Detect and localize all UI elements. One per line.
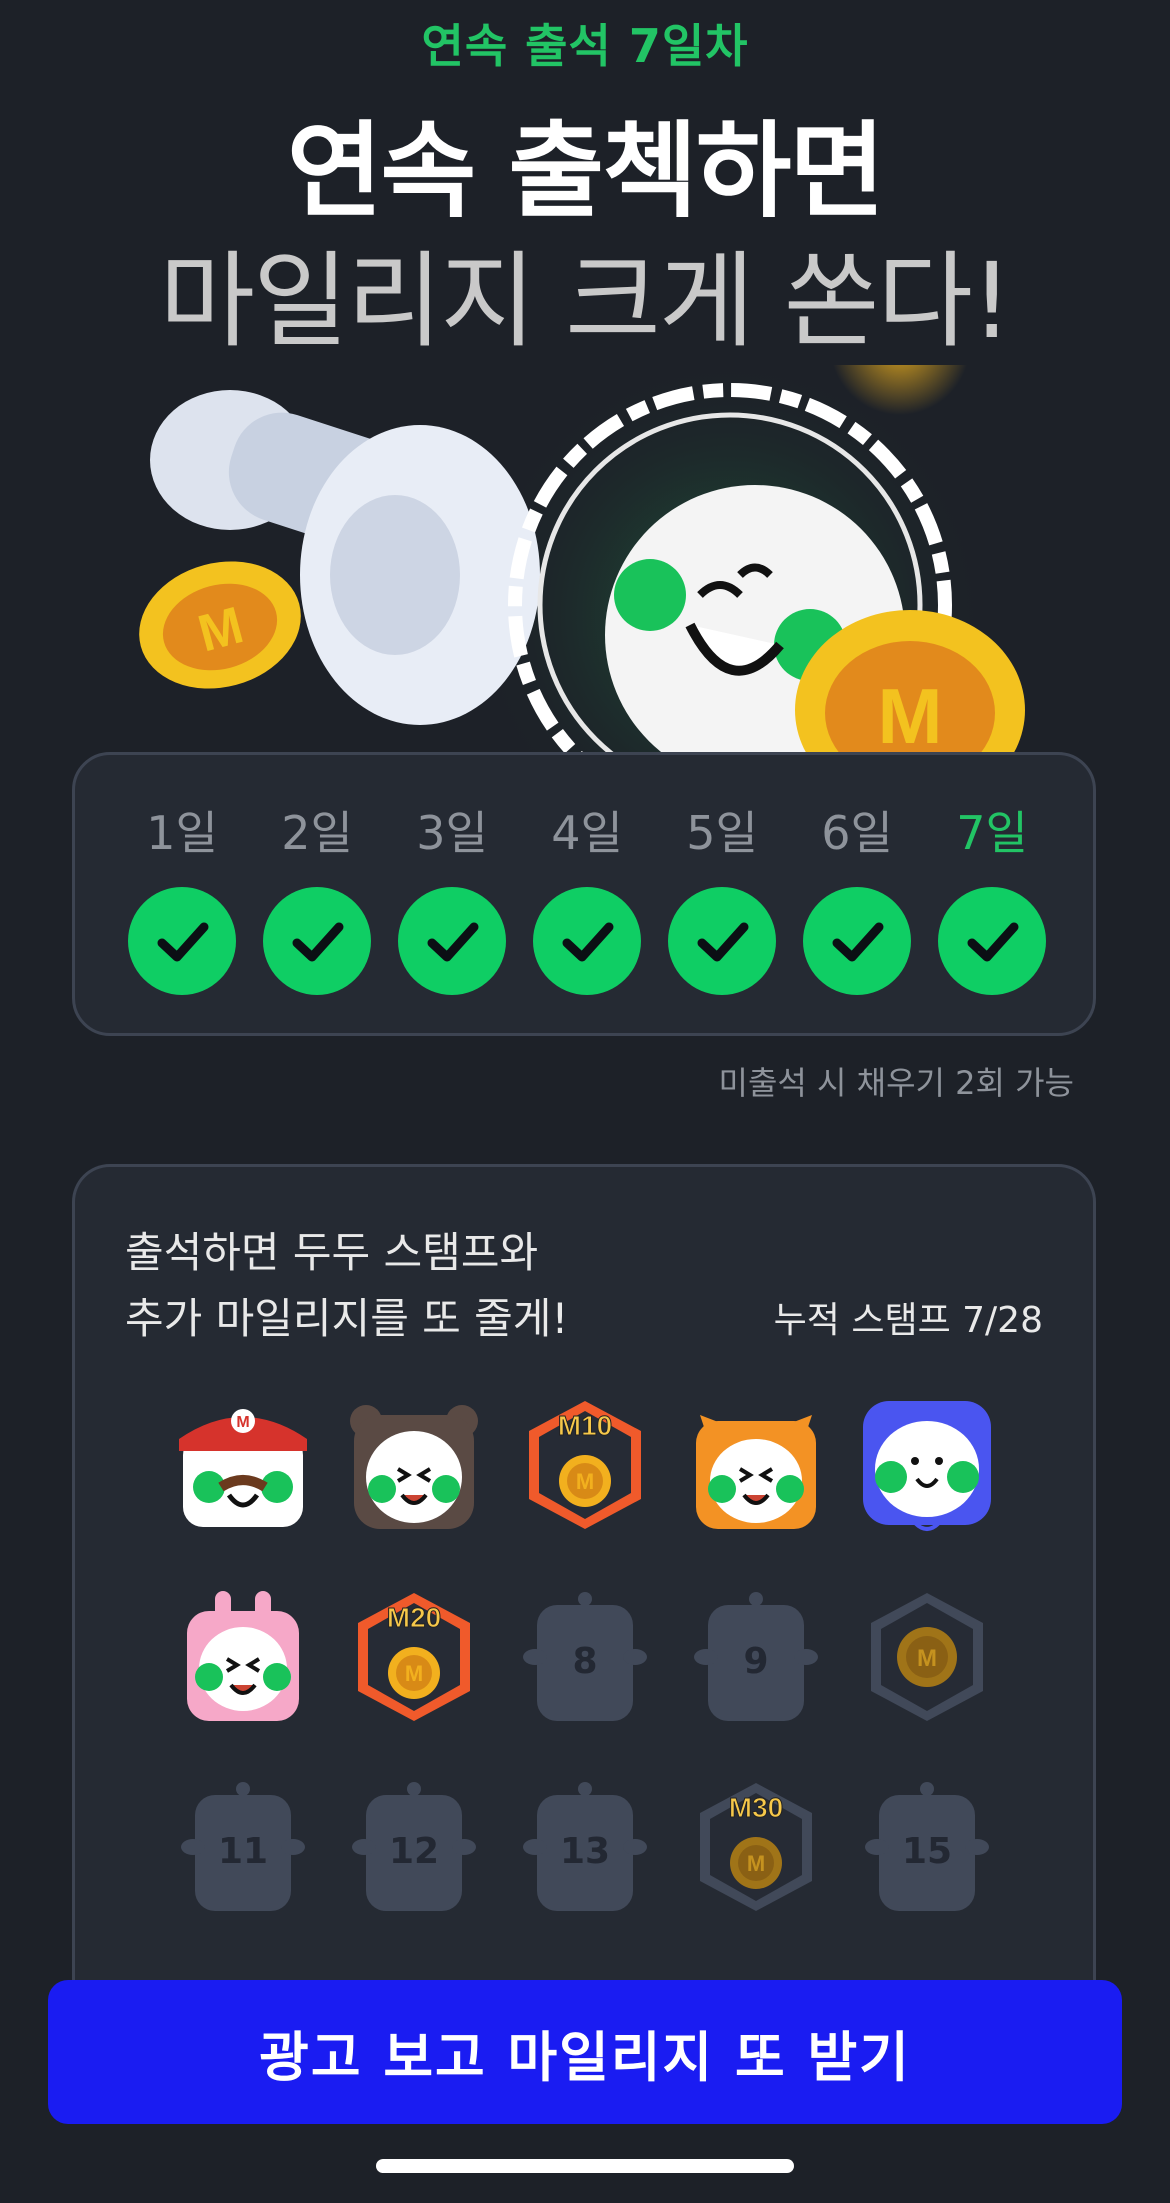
locked-reward-stamp-m30: M M30	[686, 1777, 826, 1917]
check-icon	[263, 887, 371, 995]
day-1: 1일	[127, 803, 237, 995]
reward-stamp-m20: M M20	[344, 1587, 484, 1727]
headline-line-1: 연속 출첵하면	[286, 110, 885, 232]
dudu-tiger-stamp-icon	[686, 1395, 826, 1535]
reward-stamp-m10: M M10	[515, 1395, 655, 1535]
locked-stamp: 9	[686, 1587, 826, 1727]
reward-label: M10	[558, 1410, 612, 1441]
locked-stamp-number: 11	[217, 1831, 269, 1872]
locked-stamp-number: 12	[388, 1831, 440, 1872]
watch-ad-mileage-button[interactable]: 광고 보고 마일리지 또 받기	[48, 1980, 1122, 2124]
svg-text:M: M	[878, 672, 943, 760]
day-label: 2일	[281, 806, 353, 860]
day-label: 4일	[551, 806, 623, 860]
coin-letter: M	[917, 1645, 937, 1672]
day-4: 4일	[532, 803, 642, 995]
locked-stamp-number: 8	[572, 1641, 598, 1682]
dudu-rabbit-stamp-icon	[173, 1587, 313, 1727]
day-5: 5일	[667, 803, 777, 995]
locked-stamp-number: 9	[743, 1641, 769, 1682]
reward-label: M30	[729, 1792, 783, 1823]
day-label: 1일	[146, 806, 218, 860]
day-label: 5일	[686, 806, 758, 860]
stamp-card: 출석하면 두두 스탬프와 추가 마일리지를 또 줄게! 누적 스탬프 7/28 …	[72, 1164, 1096, 2064]
check-icon	[128, 887, 236, 995]
locked-stamp: 12	[344, 1777, 484, 1917]
streak-card: 1일 2일 3일 4일 5일 6일 7일	[72, 752, 1096, 1036]
coin-letter: M	[747, 1851, 765, 1876]
stamp-title-line-1: 출석하면 두두 스탬프와	[125, 1228, 539, 1277]
day-label: 3일	[416, 806, 488, 860]
day-2: 2일	[262, 803, 372, 995]
day-3: 3일	[397, 803, 507, 995]
locked-stamp: 11	[173, 1777, 313, 1917]
check-icon	[803, 887, 911, 995]
stamp-count: 누적 스탬프 7/28	[773, 1300, 1043, 1341]
day-6: 6일	[802, 803, 912, 995]
day-label: 6일	[821, 806, 893, 860]
streak-subtitle: 연속 출석 7일차	[421, 19, 749, 73]
locked-reward-stamp: M	[857, 1587, 997, 1727]
dudu-mario-stamp-icon: M	[173, 1395, 313, 1535]
home-indicator[interactable]	[376, 2159, 794, 2173]
hero-illustration: M M	[120, 275, 1060, 875]
reward-label: M20	[387, 1602, 441, 1633]
day-7: 7일	[937, 803, 1047, 995]
stamp-title-line-2: 추가 마일리지를 또 줄게!	[125, 1294, 569, 1343]
check-icon	[398, 887, 506, 995]
day-label-current: 7일	[956, 806, 1028, 860]
locked-stamp-number: 13	[559, 1831, 611, 1872]
locked-stamp-number: 15	[901, 1831, 953, 1872]
svg-text:M: M	[236, 1414, 249, 1431]
coin-icon: M	[139, 561, 301, 689]
fill-note: 미출석 시 채우기 2회 가능	[718, 1064, 1074, 1102]
coin-letter: M	[405, 1661, 423, 1686]
check-icon	[668, 887, 776, 995]
coin-letter: M	[576, 1469, 594, 1494]
locked-stamp: 15	[857, 1777, 997, 1917]
locked-stamp: 8	[515, 1587, 655, 1727]
check-icon	[938, 887, 1046, 995]
check-icon	[533, 887, 641, 995]
dudu-bear-stamp-icon	[344, 1395, 484, 1535]
locked-stamp: 13	[515, 1777, 655, 1917]
headline-line-2: 마일리지 크게 쏜다!	[159, 240, 1012, 362]
dudu-ghost-stamp-icon	[857, 1395, 997, 1535]
